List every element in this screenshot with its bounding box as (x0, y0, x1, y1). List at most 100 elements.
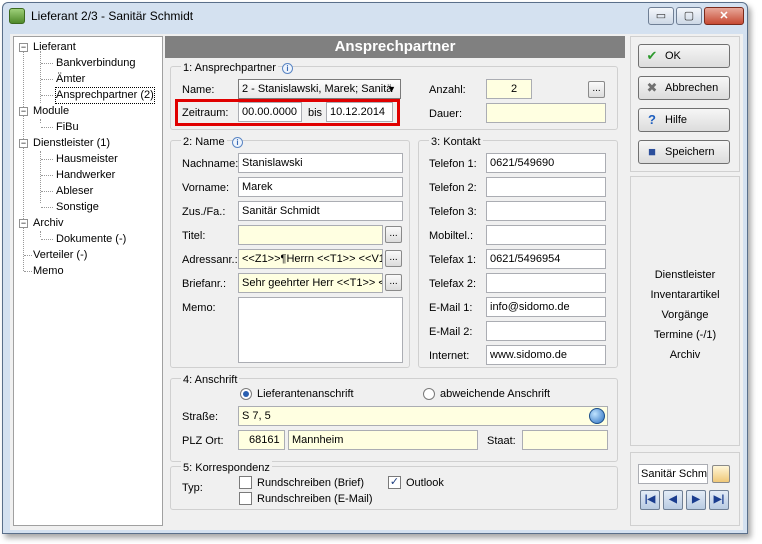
nachname-label: Nachname: (182, 158, 239, 170)
window-title: Lieferant 2/3 - Sanitär Schmidt (31, 9, 194, 23)
tree-item-fibu[interactable]: FiBu (56, 120, 79, 135)
app-icon (9, 8, 25, 24)
zusatz-field[interactable]: Sanitär Schmidt (238, 201, 403, 221)
titel-field[interactable] (238, 225, 383, 245)
tree-item-handwerker[interactable]: Handwerker (56, 168, 115, 183)
next-record-button[interactable]: ▶ (686, 490, 706, 510)
memo-field[interactable] (238, 297, 403, 363)
radio-lieferantenanschrift[interactable] (240, 388, 252, 400)
help-icon: ? (648, 112, 656, 127)
briefanrede-browse-button[interactable]: ... (385, 274, 402, 291)
anzahl-field[interactable]: 2 (486, 79, 532, 99)
tree-line (41, 207, 53, 208)
link-archiv[interactable]: Archiv (631, 348, 739, 362)
strasse-field[interactable]: S 7, 5 (238, 406, 608, 426)
email1-field[interactable]: info@sidomo.de (486, 297, 606, 317)
tree-item-ableser[interactable]: Ableser (56, 184, 93, 199)
email2-field[interactable] (486, 321, 606, 341)
window-client-area: − Lieferant Bankverbindung Ämter Ansprec… (10, 34, 743, 530)
checkbox-rundschreiben-brief[interactable] (239, 476, 252, 489)
zeitraum-to-field[interactable]: 10.12.2014 (326, 102, 393, 122)
titel-browse-button[interactable]: ... (385, 226, 402, 243)
name-label: Name: (182, 84, 215, 96)
speichern-button-label: Speichern (665, 146, 715, 158)
internet-field[interactable]: www.sidomo.de (486, 345, 606, 365)
title-bar: Lieferant 2/3 - Sanitär Schmidt ▭ ▢ ✕ (3, 3, 747, 29)
link-inventarartikel[interactable]: Inventarartikel (631, 288, 739, 302)
dauer-field[interactable] (486, 103, 606, 123)
previous-record-button[interactable]: ◀ (663, 490, 683, 510)
telefon3-label: Telefon 3: (429, 206, 477, 218)
ort-field[interactable]: Mannheim (288, 430, 478, 450)
collapse-icon[interactable]: − (19, 107, 28, 116)
briefanrede-field[interactable]: Sehr geehrter Herr <<T1>> << (238, 273, 383, 293)
radio-abweichende-anschrift[interactable] (423, 388, 435, 400)
tree-item-memo[interactable]: Memo (33, 264, 64, 279)
checkbox-outlook-label: Outlook (406, 477, 444, 489)
tree-line (23, 49, 24, 271)
hilfe-button[interactable]: ? Hilfe (638, 108, 730, 132)
tree-item-aemter[interactable]: Ämter (56, 72, 85, 87)
tree-item-bankverbindung[interactable]: Bankverbindung (56, 56, 136, 71)
tree-line (41, 191, 53, 192)
maximize-button[interactable]: ▢ (676, 7, 702, 25)
contacts-icon[interactable] (712, 465, 730, 483)
mobiltel-field[interactable] (486, 225, 606, 245)
adressanrede-browse-button[interactable]: ... (385, 250, 402, 267)
abbrechen-button[interactable]: ✖ Abbrechen (638, 76, 730, 100)
first-record-button[interactable]: |◀ (640, 490, 660, 510)
telefon1-field[interactable]: 0621/549690 (486, 153, 606, 173)
speichern-button[interactable]: ■ Speichern (638, 140, 730, 164)
link-vorgaenge[interactable]: Vorgänge (631, 308, 739, 322)
collapse-icon[interactable]: − (19, 139, 28, 148)
section-title: 3: Kontakt (429, 135, 483, 149)
tree-item-dienstleister[interactable]: Dienstleister (1) (33, 136, 110, 151)
memo-label: Memo: (182, 302, 216, 314)
briefanrede-label: Briefanr.: (182, 278, 227, 290)
info-icon[interactable]: i (282, 63, 293, 74)
close-button[interactable]: ✕ (704, 7, 744, 25)
vorname-label: Vorname: (182, 182, 230, 194)
section-title: 5: Korrespondenz (181, 461, 272, 475)
tree-line (41, 159, 53, 160)
telefax1-field[interactable]: 0621/5496954 (486, 249, 606, 269)
globe-icon[interactable] (589, 408, 605, 424)
ok-button[interactable]: ✔ OK (638, 44, 730, 68)
checkmark-icon: ✔ (646, 48, 658, 63)
bis-label: bis (308, 107, 323, 119)
info-icon[interactable]: i (232, 137, 243, 148)
nachname-field[interactable]: Stanislawski (238, 153, 403, 173)
mobiltel-label: Mobiltel.: (429, 230, 474, 242)
telefax2-field[interactable] (486, 273, 606, 293)
collapse-icon[interactable]: − (19, 219, 28, 228)
link-termine[interactable]: Termine (-/1) (631, 328, 739, 342)
zeitraum-from-field[interactable]: 00.00.0000 (238, 102, 302, 122)
tree-item-ansprechpartner[interactable]: Ansprechpartner (2) (55, 87, 155, 104)
vorname-field[interactable]: Marek (238, 177, 403, 197)
tree-item-module[interactable]: Module (33, 104, 69, 119)
radio-abweichende-anschrift-label: abweichende Anschrift (440, 388, 551, 400)
minimize-button[interactable]: ▭ (648, 7, 674, 25)
tree-item-dokumente[interactable]: Dokumente (-) (56, 232, 126, 247)
telefon3-field[interactable] (486, 201, 606, 221)
name-select[interactable]: 2 - Stanislawski, Marek; Sanitä ▼ (238, 79, 401, 99)
current-record-field[interactable]: Sanitär Schm (638, 464, 708, 484)
tree-line (40, 231, 41, 237)
tree-item-verteiler[interactable]: Verteiler (-) (33, 248, 87, 263)
last-record-button[interactable]: ▶| (709, 490, 729, 510)
staat-field[interactable] (522, 430, 608, 450)
radio-lieferantenanschrift-label: Lieferantenanschrift (257, 388, 354, 400)
tree-item-archiv[interactable]: Archiv (33, 216, 64, 231)
link-dienstleister[interactable]: Dienstleister (631, 268, 739, 282)
checkbox-outlook[interactable]: ✓ (388, 476, 401, 489)
tree-line (24, 255, 32, 256)
anzahl-browse-button[interactable]: ... (588, 81, 605, 98)
tree-item-sonstige[interactable]: Sonstige (56, 200, 99, 215)
tree-item-hausmeister[interactable]: Hausmeister (56, 152, 118, 167)
telefon2-field[interactable] (486, 177, 606, 197)
checkbox-rundschreiben-email[interactable] (239, 492, 252, 505)
collapse-icon[interactable]: − (19, 43, 28, 52)
tree-item-lieferant[interactable]: Lieferant (33, 40, 76, 55)
adressanrede-field[interactable]: <<Z1>>¶Herrn <<T1>> <<V1: (238, 249, 383, 269)
plz-field[interactable]: 68161 (238, 430, 285, 450)
